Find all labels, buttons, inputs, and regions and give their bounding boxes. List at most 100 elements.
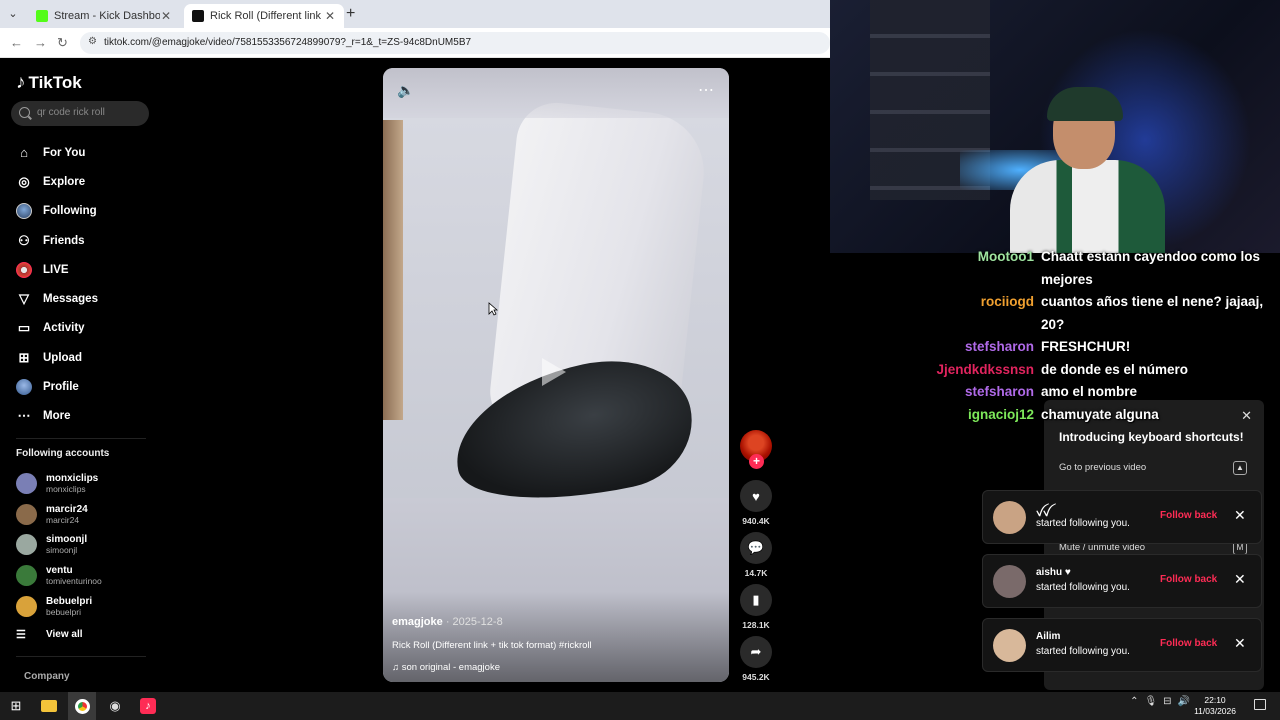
video-frame-wall xyxy=(383,120,403,420)
tab-search-icon[interactable]: ⌄ xyxy=(5,6,21,22)
search-input[interactable]: qr code rick roll xyxy=(11,101,149,126)
account-item[interactable]: monxiclips monxiclips xyxy=(16,468,156,499)
avatar xyxy=(16,534,37,556)
chat-message: 20? xyxy=(930,314,1280,337)
close-icon[interactable]: ✕ xyxy=(1234,507,1246,524)
company-link[interactable]: Company xyxy=(24,671,70,682)
account-item[interactable]: simoonjl simoonjl xyxy=(16,530,156,561)
account-item[interactable]: ventu tomiventurinoo xyxy=(16,560,156,591)
chat-message: stefsharon FRESHCHUR! xyxy=(930,336,1280,359)
chat-text: de donde es el número xyxy=(1041,361,1189,377)
play-icon[interactable] xyxy=(542,358,566,386)
chat-message: mejores xyxy=(930,269,1280,292)
sidebar-item-more[interactable]: ⋯ More xyxy=(16,402,156,431)
search-icon xyxy=(19,107,30,118)
follow-back-button[interactable]: Follow back xyxy=(1160,638,1217,649)
microphone-icon[interactable]: 🎙 xyxy=(1144,696,1157,707)
sidebar-item-label: More xyxy=(43,410,71,423)
tab-title: Rick Roll (Different link + tik xyxy=(210,10,324,22)
account-name: monxiclips xyxy=(46,472,99,484)
sidebar-item-label: Upload xyxy=(43,351,82,364)
new-tab-icon[interactable]: + xyxy=(346,5,355,23)
windows-start-icon[interactable]: ⊞ xyxy=(6,696,26,716)
sidebar-item-friends[interactable]: ⚇ Friends xyxy=(16,226,156,255)
avatar xyxy=(16,472,37,494)
system-tray: ⌃ 🎙 ⊟ 🔊 xyxy=(1130,696,1190,707)
friends-icon: ⚇ xyxy=(18,232,30,248)
back-icon[interactable]: ← xyxy=(10,35,23,50)
following-accounts-list: monxiclips monxiclips marcir24 marcir24 si… xyxy=(16,468,156,622)
account-handle: bebuelpri xyxy=(46,607,81,618)
shortcut-row: Go to previous video xyxy=(1059,462,1147,473)
sidebar-item-messages[interactable]: ▽ Messages xyxy=(16,284,156,313)
sidebar-item-activity[interactable]: ▭ Activity xyxy=(16,314,156,343)
follow-back-button[interactable]: Follow back xyxy=(1160,574,1217,585)
close-icon[interactable]: ✕ xyxy=(1234,635,1246,652)
tab-kick-dashboard[interactable]: Stream - Kick Dashboard ✕ xyxy=(28,4,180,28)
tiktok-note-icon: ♪ xyxy=(16,72,26,93)
like-button[interactable]: ♥ 940.4K xyxy=(740,480,772,526)
comment-icon: 💬 xyxy=(740,532,772,564)
avatar xyxy=(993,565,1026,598)
tiktok-page: ♪ TikTok qr code rick roll ⌂ For You ◎ E… xyxy=(0,58,830,692)
sidebar-item-for-you[interactable]: ⌂ For You xyxy=(16,138,156,167)
chat-text: Chaatt estann cayendoo como los xyxy=(1041,249,1261,264)
chrome-icon[interactable] xyxy=(72,696,92,716)
url-input[interactable]: ⚙ tiktok.com/@emagjoke/video/75815533567… xyxy=(80,32,830,54)
sidebar-item-following[interactable]: Following xyxy=(16,197,156,226)
follow-back-button[interactable]: Follow back xyxy=(1160,510,1217,521)
file-explorer-icon[interactable] xyxy=(39,696,59,716)
sidebar-item-label: LIVE xyxy=(43,263,69,276)
share-icon: ➦ xyxy=(740,636,772,668)
account-name: marcir24 xyxy=(46,503,88,515)
avatar xyxy=(16,565,37,587)
follow-plus-icon[interactable]: + xyxy=(749,454,764,469)
bookmark-icon: ▮ xyxy=(740,584,772,616)
more-options-icon[interactable]: ⋯ xyxy=(698,80,715,100)
tab-close-icon[interactable]: ✕ xyxy=(324,9,336,23)
video-player[interactable]: 🔈 ⋯ emagjoke · 2025-12-8 Rick Roll (Diff… xyxy=(383,68,729,682)
tray-chevron-icon[interactable]: ⌃ xyxy=(1130,696,1138,707)
tab-rick-roll[interactable]: Rick Roll (Different link + tik ✕ xyxy=(184,4,344,28)
tiktok-logo[interactable]: ♪ TikTok xyxy=(16,72,82,94)
logo-text: TikTok xyxy=(28,73,82,92)
tab-close-icon[interactable]: ✕ xyxy=(160,9,172,23)
view-all-button[interactable]: ☰ View all xyxy=(16,628,83,641)
forward-icon[interactable]: → xyxy=(34,35,47,50)
comment-button[interactable]: 💬 14.7K xyxy=(740,532,772,578)
share-button[interactable]: ➦ 945.2K xyxy=(740,636,772,682)
video-caption: Rick Roll (Different link + tik tok form… xyxy=(392,640,592,651)
account-item[interactable]: marcir24 marcir24 xyxy=(16,499,156,530)
network-icon[interactable]: ⊟ xyxy=(1163,696,1171,707)
volume-icon[interactable]: 🔈 xyxy=(397,82,414,98)
search-placeholder: qr code rick roll xyxy=(37,107,105,118)
close-icon[interactable]: ✕ xyxy=(1234,571,1246,588)
sidebar-item-upload[interactable]: ⊞ Upload xyxy=(16,343,156,372)
notification-text: started following you. xyxy=(1036,518,1130,529)
mouse-cursor-icon xyxy=(488,302,498,316)
sidebar-item-label: Following xyxy=(43,205,97,218)
clock-date: 11/03/2026 xyxy=(1194,706,1236,716)
share-count: 945.2K xyxy=(742,672,770,682)
compass-icon: ◎ xyxy=(18,173,30,189)
more-dots-icon: ⋯ xyxy=(17,408,31,424)
speaker-icon[interactable]: 🔊 xyxy=(1178,696,1190,707)
tiktok-favicon-icon xyxy=(192,10,204,22)
sidebar-item-live[interactable]: LIVE xyxy=(16,255,156,284)
site-info-icon[interactable]: ⚙ xyxy=(88,36,100,48)
tiktok-app-icon[interactable]: ♪ xyxy=(138,696,158,716)
obs-icon[interactable]: ◉ xyxy=(105,696,125,716)
video-sound[interactable]: ♫ son original - emagjoke xyxy=(392,662,500,673)
taskbar-clock[interactable]: 22:10 11/03/2026 xyxy=(1194,695,1236,717)
sidebar-item-explore[interactable]: ◎ Explore xyxy=(16,167,156,196)
notification-text: started following you. xyxy=(1036,646,1130,657)
sidebar-item-profile[interactable]: Profile xyxy=(16,372,156,401)
notification-center-icon[interactable] xyxy=(1254,699,1266,710)
chat-text: mejores xyxy=(1041,271,1093,287)
video-author[interactable]: emagjoke xyxy=(392,616,443,628)
follower-name: aishu ♥ xyxy=(1036,567,1071,578)
chat-text: chamuyate alguna xyxy=(1041,406,1159,422)
account-item[interactable]: Bebuelpri bebuelpri xyxy=(16,591,156,622)
reload-icon[interactable]: ↻ xyxy=(57,35,68,51)
save-button[interactable]: ▮ 128.1K xyxy=(740,584,772,630)
